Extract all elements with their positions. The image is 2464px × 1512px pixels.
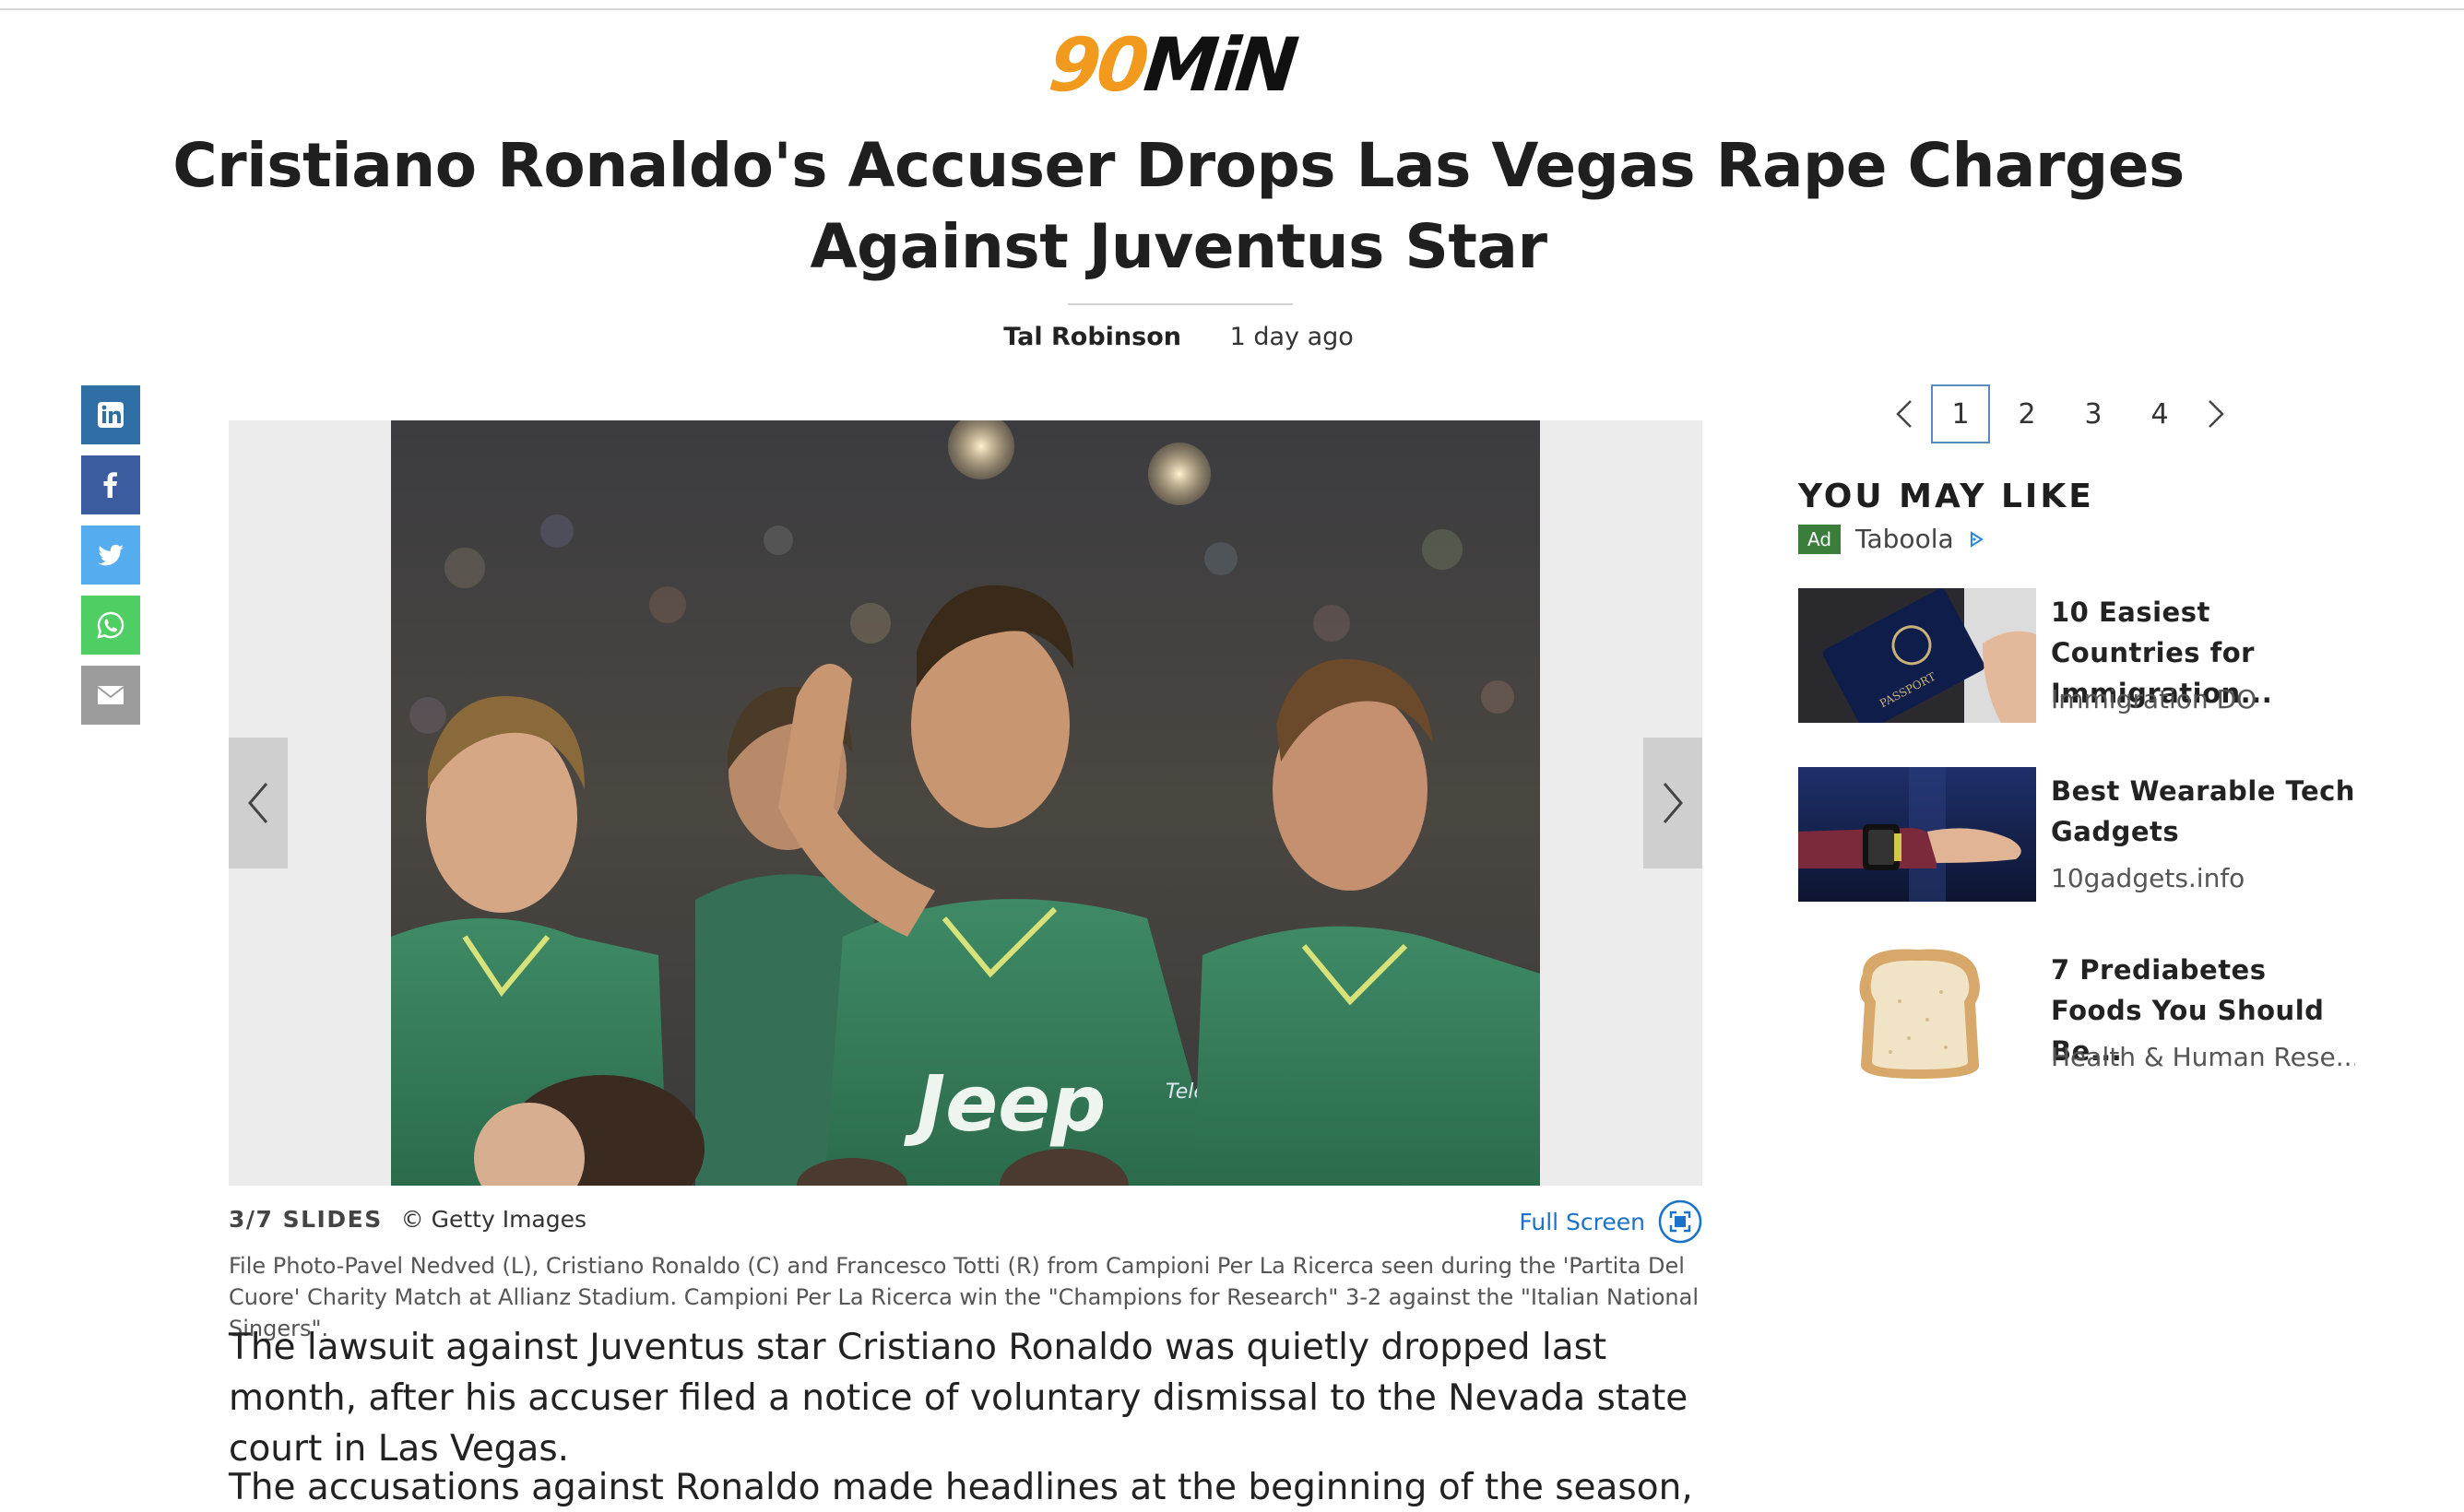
page-number-2[interactable]: 2 (1994, 384, 2060, 443)
pagination-next-button[interactable] (2193, 384, 2239, 443)
article-paragraph: The accusations against Ronaldo made hea… (229, 1467, 1693, 1508)
chevron-left-icon (1896, 400, 1912, 428)
pagination-prev-button[interactable] (1881, 384, 1927, 443)
bread-slice-image (1798, 946, 2036, 1081)
slide-counter: 3/7 SLIDES (229, 1206, 383, 1233)
article-paragraph: The lawsuit against Juventus star Cristi… (229, 1327, 1688, 1470)
page-number-3[interactable]: 3 (2060, 384, 2126, 443)
chevron-right-icon (2209, 400, 2224, 428)
slide-pagination: 1 2 3 4 (1881, 384, 2239, 443)
slide-prev-button[interactable] (229, 738, 288, 868)
recommendation-card[interactable]: PASSPORT 10 Easiest Countries for Immigr… (1798, 588, 2351, 726)
article-headline: Cristiano Ronaldo's Accuser Drops Las Ve… (172, 130, 2185, 282)
fullscreen-button[interactable]: Full Screen (1475, 1199, 1702, 1245)
photo-credit: © Getty Images (400, 1206, 587, 1233)
email-icon (97, 686, 124, 704)
fullscreen-icon (1658, 1199, 1702, 1244)
recommendation-source: Health & Human Rese... (2051, 1042, 2355, 1072)
sponsor-line: Ad Taboola (1798, 524, 1985, 554)
byline: Tal Robinson 1 day ago (0, 321, 2357, 354)
taboola-link[interactable]: Taboola (1855, 524, 1954, 554)
recommendation-card[interactable]: Best Wearable Tech Gadgets 10gadgets.inf… (1798, 767, 2354, 905)
ad-badge: Ad (1798, 524, 1842, 554)
adchoices-icon[interactable] (1967, 530, 1985, 549)
recommendation-title: Best Wearable Tech Gadgets (2051, 775, 2355, 847)
wearable-device-image (1798, 767, 2036, 902)
slideshow-photo: Jeep Telethon (391, 420, 1540, 1186)
fullscreen-label: Full Screen (1519, 1208, 1645, 1235)
site-logo[interactable]: 90MiN (1045, 22, 1317, 108)
author-name[interactable]: Tal Robinson (1003, 323, 1181, 351)
linkedin-icon (98, 402, 124, 428)
passport-image: PASSPORT (1798, 588, 2036, 723)
recommendation-card[interactable]: 7 Prediabetes Foods You Should Be... Hea… (1798, 946, 2355, 1084)
slide-next-button[interactable] (1643, 738, 1702, 868)
top-divider (0, 8, 2464, 10)
facebook-share-button[interactable] (81, 455, 140, 514)
svg-text:Jeep: Jeep (904, 1058, 1106, 1149)
whatsapp-share-button[interactable] (81, 596, 140, 655)
recommendation-source: Immigration DO (2051, 684, 2257, 715)
you-may-like-heading: YOU MAY LIKE (1798, 478, 2094, 515)
chevron-left-icon (248, 783, 268, 823)
twitter-icon (98, 544, 124, 566)
page-number-4[interactable]: 4 (2126, 384, 2193, 443)
slide-meta: 3/7 SLIDES © Getty Images (229, 1204, 586, 1235)
recommendation-source: 10gadgets.info (2051, 863, 2245, 893)
facebook-icon (103, 472, 117, 498)
chevron-right-icon (1663, 783, 1683, 823)
headline-divider (1068, 303, 1293, 305)
email-share-button[interactable] (81, 666, 140, 725)
twitter-share-button[interactable] (81, 526, 140, 585)
page-number-1[interactable]: 1 (1931, 384, 1990, 443)
whatsapp-icon (97, 611, 124, 639)
publish-time: 1 day ago (1229, 323, 1354, 351)
linkedin-share-button[interactable] (81, 385, 140, 444)
